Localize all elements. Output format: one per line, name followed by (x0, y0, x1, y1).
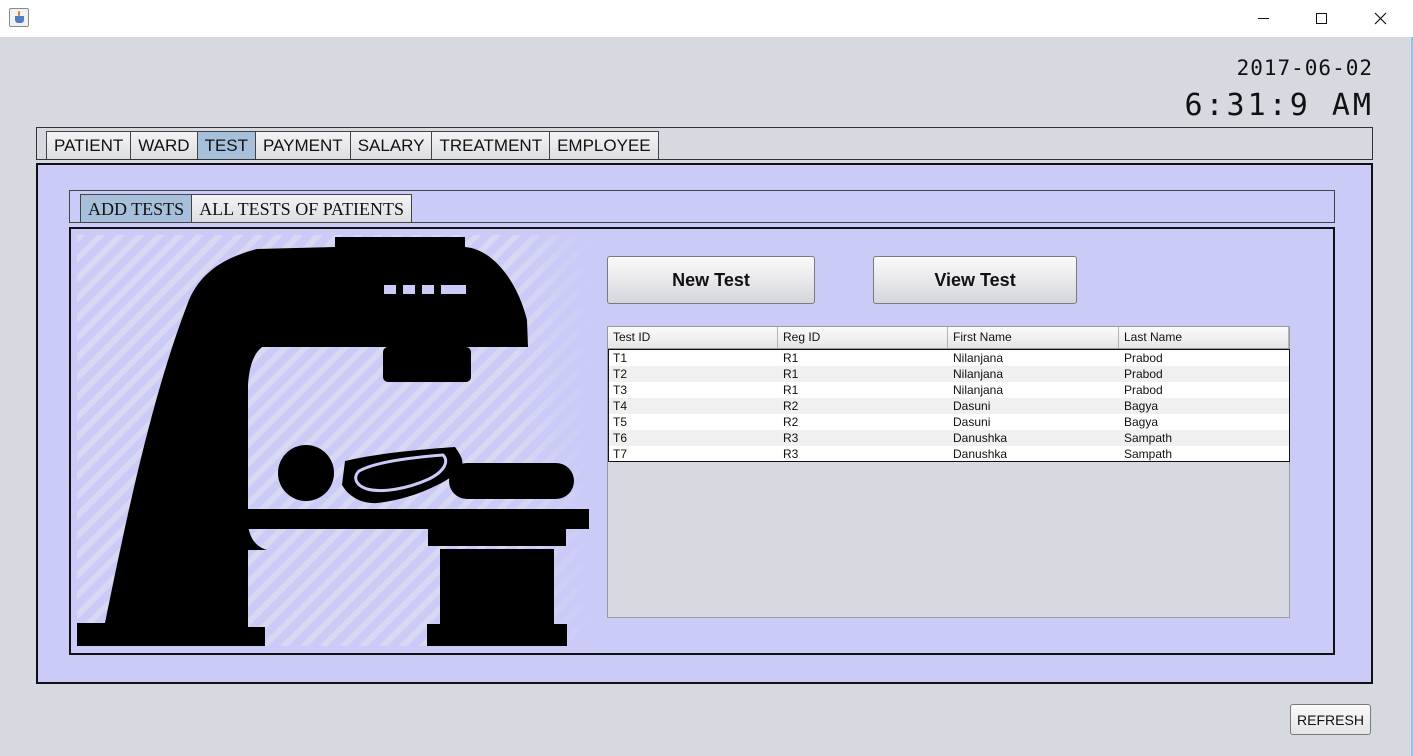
cell-test-id: T5 (613, 415, 628, 429)
sub-tab-divider (69, 222, 1335, 223)
table-row[interactable]: T2 R1 Nilanjana Prabod (609, 366, 1289, 382)
cell-reg-id: R1 (783, 351, 799, 365)
cell-first-name: Nilanjana (953, 383, 1004, 397)
java-app-icon[interactable] (9, 8, 29, 27)
clock-time: 6:31:9 AM (1184, 88, 1374, 123)
column-header-test-id[interactable]: Test ID (608, 327, 778, 348)
table-row[interactable]: T1 R1 Nilanjana Prabod (609, 350, 1289, 366)
minimize-icon (1257, 17, 1269, 19)
cell-reg-id: R1 (783, 367, 799, 381)
column-header-first-name[interactable]: First Name (948, 327, 1119, 348)
tab-all-tests-of-patients[interactable]: ALL TESTS OF PATIENTS (191, 194, 413, 223)
cell-last-name: Prabod (1124, 383, 1163, 397)
tab-employee[interactable]: EMPLOYEE (549, 131, 659, 159)
table-row[interactable]: T7 R3 Danushka Sampath (609, 446, 1289, 462)
cell-first-name: Nilanjana (953, 367, 1004, 381)
cell-test-id: T1 (613, 351, 628, 365)
cell-first-name: Nilanjana (953, 351, 1004, 365)
column-header-last-name[interactable]: Last Name (1119, 327, 1289, 348)
mri-scanner-patient-icon (77, 235, 591, 646)
cell-reg-id: R3 (783, 431, 799, 445)
cell-test-id: T6 (613, 431, 628, 445)
cell-first-name: Dasuni (953, 415, 991, 429)
cell-reg-id: R1 (783, 383, 799, 397)
cell-first-name: Danushka (953, 431, 1008, 445)
refresh-button[interactable]: REFRESH (1290, 704, 1371, 735)
tab-test[interactable]: TEST (196, 131, 257, 159)
view-test-button[interactable]: View Test (873, 256, 1077, 304)
cell-first-name: Danushka (953, 447, 1008, 461)
close-icon (1374, 12, 1386, 24)
tab-salary[interactable]: SALARY (349, 131, 433, 159)
maximize-icon (1315, 12, 1327, 24)
sub-tabs: ADD TESTS ALL TESTS OF PATIENTS (80, 194, 413, 223)
column-header-reg-id[interactable]: Reg ID (778, 327, 948, 348)
title-bar (0, 0, 1413, 37)
tab-add-tests[interactable]: ADD TESTS (80, 194, 193, 223)
table-row[interactable]: T5 R2 Dasuni Bagya (609, 414, 1289, 430)
table-body: T1 R1 Nilanjana Prabod T2 R1 Nilanjana P… (608, 349, 1290, 462)
tab-patient[interactable]: PATIENT (46, 131, 132, 159)
cell-last-name: Prabod (1124, 351, 1163, 365)
tab-payment[interactable]: PAYMENT (255, 131, 351, 159)
cell-last-name: Prabod (1124, 367, 1163, 381)
maximize-button[interactable] (1298, 0, 1344, 36)
tab-ward[interactable]: WARD (130, 131, 198, 159)
cell-reg-id: R2 (783, 415, 799, 429)
table-row[interactable]: T6 R3 Danushka Sampath (609, 430, 1289, 446)
cell-last-name: Bagya (1124, 399, 1159, 413)
tab-divider (36, 159, 1373, 160)
cell-reg-id: R3 (783, 447, 799, 461)
cell-last-name: Bagya (1124, 415, 1159, 429)
tab-treatment[interactable]: TREATMENT (431, 131, 551, 159)
cell-test-id: T7 (613, 447, 628, 461)
cell-test-id: T3 (613, 383, 628, 397)
cell-last-name: Sampath (1124, 447, 1173, 461)
close-button[interactable] (1357, 0, 1403, 36)
table-header: Test ID Reg ID First Name Last Name (608, 327, 1289, 349)
tests-table[interactable]: Test ID Reg ID First Name Last Name T1 R… (607, 326, 1290, 618)
table-row[interactable]: T4 R2 Dasuni Bagya (609, 398, 1289, 414)
main-tabs: PATIENT WARD TEST PAYMENT SALARY TREATME… (46, 131, 659, 159)
clock-date: 2017-06-02 (1236, 56, 1373, 80)
cell-first-name: Dasuni (953, 399, 991, 413)
minimize-button[interactable] (1240, 0, 1286, 36)
cell-last-name: Sampath (1124, 431, 1173, 445)
new-test-button[interactable]: New Test (607, 256, 815, 304)
cell-test-id: T2 (613, 367, 628, 381)
cell-test-id: T4 (613, 399, 628, 413)
cell-reg-id: R2 (783, 399, 799, 413)
table-row[interactable]: T3 R1 Nilanjana Prabod (609, 382, 1289, 398)
